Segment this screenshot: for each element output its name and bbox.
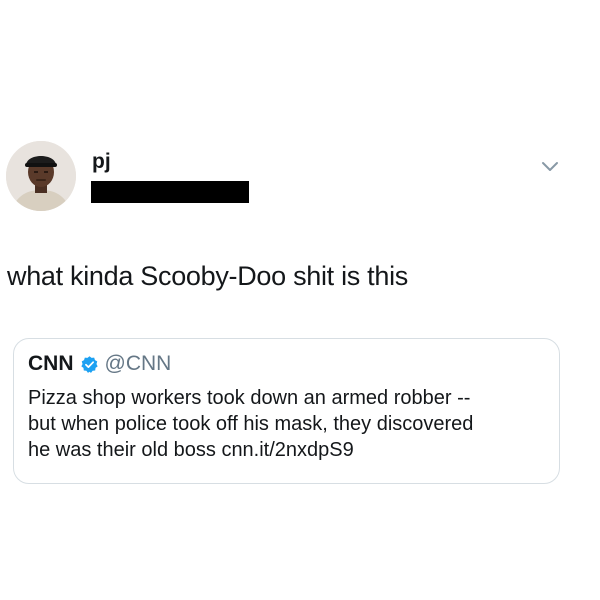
quoted-tweet-text: Pizza shop workers took down an armed ro… — [28, 385, 548, 463]
quoted-tweet-header: CNN @CNN — [28, 351, 171, 377]
quoted-tweet-line: but when police took off his mask, they … — [28, 413, 474, 435]
quoted-author-name[interactable]: CNN — [28, 351, 74, 377]
quoted-tweet-line: he was their old boss cnn.it/2nxdpS9 — [28, 439, 354, 461]
quoted-author-handle[interactable]: @CNN — [105, 351, 172, 377]
chevron-down-icon[interactable] — [540, 160, 560, 174]
author-display-name[interactable]: pj — [92, 150, 111, 174]
tweet-text: what kinda Scooby-Doo shit is this — [7, 261, 408, 291]
profile-avatar-icon[interactable] — [6, 141, 76, 211]
avatar-image — [6, 141, 76, 211]
quoted-tweet-card[interactable]: CNN @CNN Pizza shop workers took down an… — [13, 338, 560, 484]
quoted-tweet-line: Pizza shop workers took down an armed ro… — [28, 387, 471, 409]
redacted-handle — [91, 181, 249, 203]
verified-badge-icon — [80, 355, 99, 374]
